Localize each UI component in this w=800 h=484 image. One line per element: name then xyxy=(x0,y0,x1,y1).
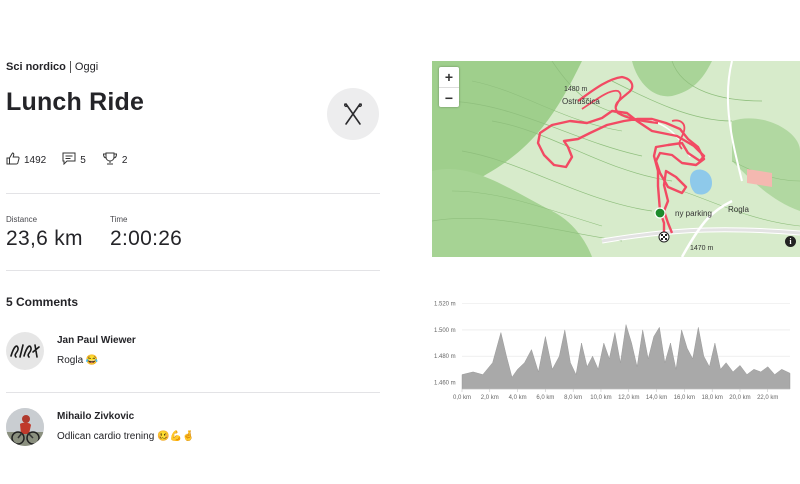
zoom-in-button[interactable]: + xyxy=(439,67,459,87)
x-tick-label: 0,0 km xyxy=(453,395,471,401)
y-tick-label: 1.500 m xyxy=(434,328,456,334)
x-tick-label: 22,0 km xyxy=(757,395,778,401)
activity-title: Lunch Ride xyxy=(6,88,145,116)
x-tick-label: 20,0 km xyxy=(729,395,750,401)
elevation-area xyxy=(461,324,791,390)
distance-stat: Distance 23,6 km xyxy=(6,215,83,251)
comment-text: Rogla 😂 xyxy=(57,355,99,366)
achievement-count: 2 xyxy=(121,154,128,166)
trophy-icon xyxy=(102,152,118,168)
x-tick-label: 14,0 km xyxy=(646,395,667,401)
comment-icon xyxy=(62,152,76,168)
kudos-count: 1492 xyxy=(24,154,47,166)
y-tick-label: 1.480 m xyxy=(434,354,456,360)
activity-panel: Sci nordico Oggi Lunch Ride 1492 5 2 Dis… xyxy=(6,60,382,446)
activity-meta: Sci nordico Oggi xyxy=(6,60,382,74)
commenter-name[interactable]: Jan Paul Wiewer xyxy=(57,335,136,346)
comment-item: Jan Paul Wiewer Rogla 😂 xyxy=(6,332,136,370)
divider xyxy=(6,392,380,393)
comment-item: Mihailo Zivkovic Odlican cardio trening … xyxy=(6,408,194,446)
avatar[interactable] xyxy=(6,332,44,370)
time-value: 2:00:26 xyxy=(110,227,183,250)
nordic-ski-icon xyxy=(327,88,379,140)
time-stat: Time 2:00:26 xyxy=(110,215,182,251)
social-stats: 1492 5 2 xyxy=(6,152,127,168)
distance-value: 23,6 km xyxy=(6,227,83,250)
comments-button[interactable]: 5 xyxy=(62,152,86,168)
zoom-out-button[interactable]: − xyxy=(439,87,459,107)
x-tick-label: 6,0 km xyxy=(536,395,554,401)
info-icon[interactable]: i xyxy=(785,236,796,247)
sport-type: Sci nordico xyxy=(6,61,66,73)
achievements-button[interactable]: 2 xyxy=(102,152,128,168)
x-tick-label: 8,0 km xyxy=(564,395,582,401)
divider xyxy=(6,270,380,271)
town-label: Rogla xyxy=(728,205,749,214)
meta-separator xyxy=(69,61,71,73)
elevation-label: 1470 m xyxy=(690,245,714,252)
parking-label: ny parking xyxy=(675,209,712,218)
activity-date: Oggi xyxy=(74,61,99,73)
comment-count: 5 xyxy=(80,154,86,166)
x-tick-label: 4,0 km xyxy=(509,395,527,401)
route-track xyxy=(536,75,706,243)
thumbs-up-icon xyxy=(6,152,20,168)
x-tick-label: 18,0 km xyxy=(701,395,722,401)
comments-heading: 5 Comments xyxy=(6,295,79,309)
y-tick-label: 1.520 m xyxy=(434,302,456,308)
elevation-chart: 1.520 m 1.500 m 1.480 m 1.460 m 0,0 km 2,0 km… xyxy=(434,302,791,401)
x-tick-label: 10,0 km xyxy=(590,395,611,401)
place-label: Ostruščica xyxy=(562,97,600,106)
distance-label: Distance xyxy=(6,215,38,224)
x-tick-label: 12,0 km xyxy=(618,395,639,401)
divider xyxy=(6,193,380,194)
x-tick-label: 16,0 km xyxy=(674,395,695,401)
comment-text: Odlican cardio trening 🥴💪🤞 xyxy=(57,431,195,442)
zoom-controls: + − xyxy=(439,67,459,107)
time-label: Time xyxy=(110,215,128,224)
avatar[interactable] xyxy=(6,408,44,446)
route-map[interactable]: + − 1480 m Ostruščica ny parking Rogla 1… xyxy=(432,61,800,257)
kudos-button[interactable]: 1492 xyxy=(6,152,46,168)
x-tick-label: 2,0 km xyxy=(481,395,499,401)
commenter-name[interactable]: Mihailo Zivkovic xyxy=(57,411,194,422)
elevation-label: 1480 m xyxy=(564,86,588,93)
y-tick-label: 1.460 m xyxy=(434,380,456,386)
